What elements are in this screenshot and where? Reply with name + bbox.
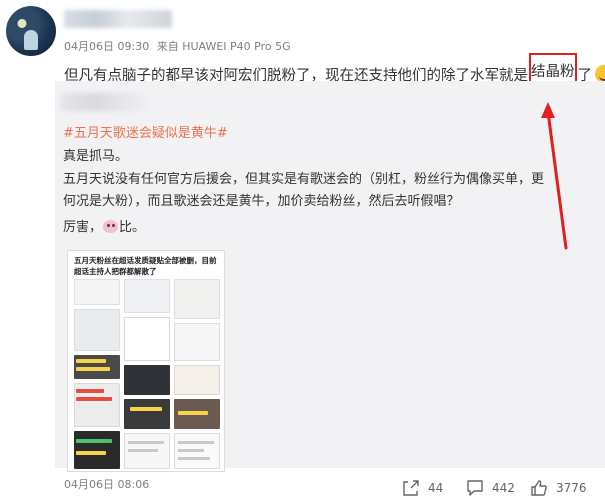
collage-tile — [76, 367, 110, 371]
collage-tile — [76, 439, 112, 443]
collage-text-line — [178, 457, 210, 460]
collage-tile — [124, 317, 170, 361]
repost-line-3b: 比。 — [119, 220, 146, 235]
share-count: 44 — [428, 481, 444, 495]
thumbnail-title: 五月天粉丝在超话发质疑贴全部被删，目前超话主持人把群都解散了 — [74, 256, 217, 276]
collage-tile — [124, 279, 170, 313]
collage-tile — [130, 407, 162, 411]
collage-tile — [178, 411, 208, 415]
collage-tile — [174, 323, 220, 361]
like-button[interactable]: 3776 — [530, 479, 587, 497]
collage-tile — [76, 359, 106, 363]
share-icon — [403, 480, 419, 496]
original-username-blurred[interactable] — [61, 93, 145, 111]
collage-tile — [76, 451, 106, 455]
post-date[interactable]: 04月06日 09:30 — [64, 40, 149, 53]
collage-text-line — [178, 449, 204, 452]
collage-tile — [174, 365, 220, 395]
collage-text-line — [128, 449, 158, 452]
collage-tile — [74, 431, 120, 469]
attached-image-thumbnail[interactable]: 五月天粉丝在超话发质疑贴全部被删，目前超话主持人把群都解散了 — [67, 250, 225, 472]
collage-tile — [74, 309, 120, 351]
post-meta: 04月06日 09:30 来自 HUAWEI P40 Pro 5G — [64, 38, 295, 54]
collage-tile — [74, 279, 120, 305]
post-source: 来自 HUAWEI P40 Pro 5G — [156, 40, 291, 53]
repost-line-1: 真是抓马。 — [63, 149, 129, 164]
avatar-figure — [24, 30, 38, 50]
collage-tile — [76, 389, 104, 393]
weibo-post: 04月06日 09:30 来自 HUAWEI P40 Pro 5G 但凡有点脑子… — [0, 0, 605, 501]
topic-link[interactable]: #五月天歌迷会疑似是黄牛# — [63, 122, 228, 141]
comment-button[interactable]: 442 — [466, 479, 515, 497]
collage-text-line — [128, 441, 164, 444]
repost-line-3a: 厉害， — [63, 220, 103, 235]
comment-count: 442 — [492, 481, 515, 495]
username-blurred[interactable] — [64, 10, 172, 28]
pig-emoji-icon — [103, 220, 119, 233]
collage-tile — [174, 279, 220, 319]
collage-tile — [76, 397, 112, 401]
thumbs-up-icon — [531, 480, 547, 496]
like-count: 3776 — [556, 481, 587, 495]
collage-text-line — [178, 441, 214, 444]
repost-line-2: 五月天说没有任何官方后援会，但其实是有歌迷会的（别杠，粉丝行为偶像买单，更何况是… — [63, 172, 545, 209]
comment-icon — [467, 480, 483, 496]
collage-tile — [124, 365, 170, 395]
repost-line-3: 厉害， 比。 — [63, 217, 551, 239]
share-button[interactable]: 44 — [402, 479, 443, 497]
avatar[interactable] — [6, 6, 56, 56]
highlight-text: 结晶粉 — [531, 64, 575, 80]
repost-time[interactable]: 04月06日 08:06 — [64, 476, 149, 492]
collage-tile — [124, 399, 170, 429]
repost-card: #五月天歌迷会疑似是黄牛# 真是抓马。 五月天说没有任何官方后援会，但其实是有歌… — [55, 81, 605, 472]
